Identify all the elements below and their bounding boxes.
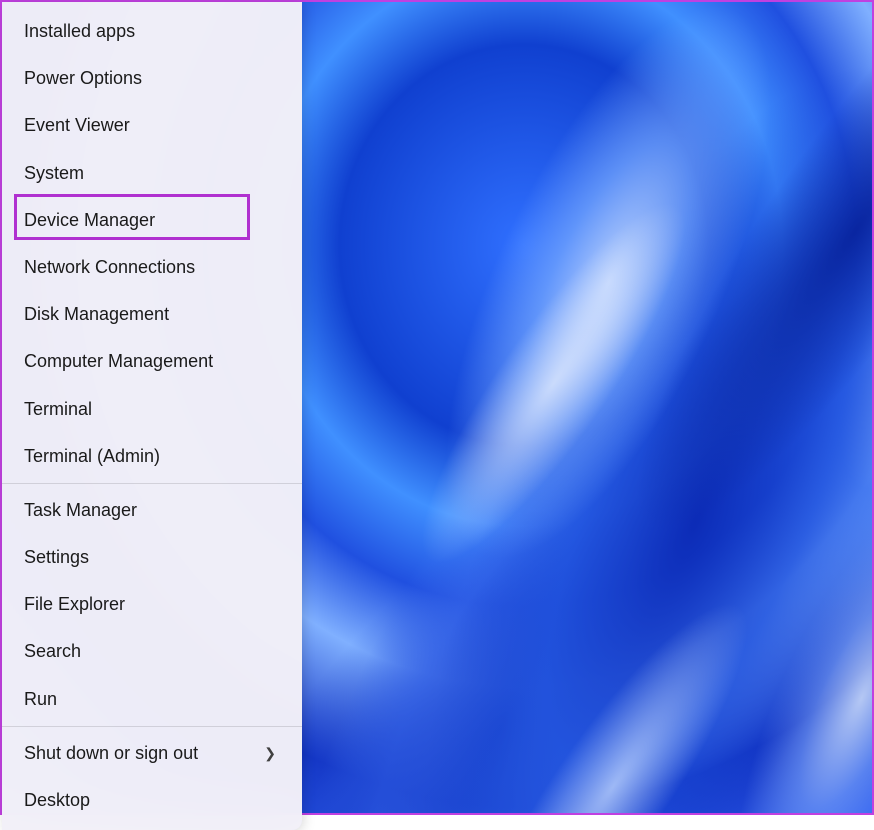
menu-item-label: Settings bbox=[24, 545, 89, 570]
menu-item-label: Network Connections bbox=[24, 255, 195, 280]
winx-context-menu: Installed apps Power Options Event Viewe… bbox=[2, 2, 302, 830]
menu-item-shut-down-sign-out[interactable]: Shut down or sign out ❯ bbox=[2, 730, 302, 777]
menu-item-system[interactable]: System bbox=[2, 150, 302, 197]
menu-item-task-manager[interactable]: Task Manager bbox=[2, 487, 302, 534]
menu-item-label: Terminal (Admin) bbox=[24, 444, 160, 469]
menu-item-label: Power Options bbox=[24, 66, 142, 91]
menu-item-label: Run bbox=[24, 687, 57, 712]
menu-item-search[interactable]: Search bbox=[2, 628, 302, 675]
menu-item-event-viewer[interactable]: Event Viewer bbox=[2, 102, 302, 149]
menu-item-device-manager[interactable]: Device Manager bbox=[2, 197, 302, 244]
menu-item-file-explorer[interactable]: File Explorer bbox=[2, 581, 302, 628]
menu-item-label: Computer Management bbox=[24, 349, 213, 374]
menu-separator bbox=[2, 483, 302, 484]
menu-item-disk-management[interactable]: Disk Management bbox=[2, 291, 302, 338]
menu-item-desktop[interactable]: Desktop bbox=[2, 777, 302, 824]
menu-item-label: System bbox=[24, 161, 84, 186]
menu-item-label: Event Viewer bbox=[24, 113, 130, 138]
menu-item-power-options[interactable]: Power Options bbox=[2, 55, 302, 102]
menu-item-label: Device Manager bbox=[24, 208, 155, 233]
menu-item-settings[interactable]: Settings bbox=[2, 534, 302, 581]
menu-item-installed-apps[interactable]: Installed apps bbox=[2, 8, 302, 55]
menu-item-network-connections[interactable]: Network Connections bbox=[2, 244, 302, 291]
menu-item-label: Shut down or sign out bbox=[24, 741, 198, 766]
menu-item-label: Desktop bbox=[24, 788, 90, 813]
menu-item-run[interactable]: Run bbox=[2, 676, 302, 723]
menu-item-label: Search bbox=[24, 639, 81, 664]
menu-item-computer-management[interactable]: Computer Management bbox=[2, 338, 302, 385]
menu-item-label: Installed apps bbox=[24, 19, 135, 44]
menu-item-label: File Explorer bbox=[24, 592, 125, 617]
menu-item-terminal[interactable]: Terminal bbox=[2, 386, 302, 433]
chevron-right-icon: ❯ bbox=[264, 744, 276, 764]
menu-item-label: Disk Management bbox=[24, 302, 169, 327]
menu-separator bbox=[2, 726, 302, 727]
menu-item-label: Task Manager bbox=[24, 498, 137, 523]
menu-item-label: Terminal bbox=[24, 397, 92, 422]
menu-item-terminal-admin[interactable]: Terminal (Admin) bbox=[2, 433, 302, 480]
